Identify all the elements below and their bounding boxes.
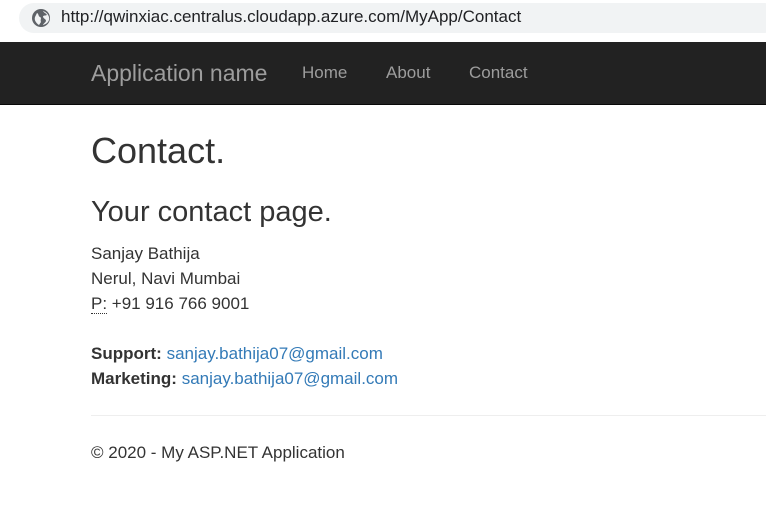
- support-email-link[interactable]: sanjay.bathija07@gmail.com: [167, 344, 383, 363]
- page-title: Contact.: [91, 130, 226, 171]
- phone-number: +91 916 766 9001: [111, 294, 250, 313]
- navbar: Application name Home About Contact: [0, 42, 766, 105]
- page-subtitle: Your contact page.: [91, 196, 332, 228]
- nav-link-contact[interactable]: Contact: [469, 63, 528, 83]
- footer: © 2020 - My ASP.NET Application: [91, 443, 345, 463]
- nav-link-home[interactable]: Home: [302, 63, 347, 83]
- contact-address: Sanjay Bathija Nerul, Navi Mumbai P: +91…: [91, 241, 249, 316]
- footer-text: © 2020 - My ASP.NET Application: [91, 443, 345, 462]
- marketing-email-link[interactable]: sanjay.bathija07@gmail.com: [182, 369, 398, 388]
- nav-link-about[interactable]: About: [386, 63, 430, 83]
- globe-icon[interactable]: [31, 8, 51, 28]
- browser-address-bar: http://qwinxiac.centralus.cloudapp.azure…: [0, 0, 766, 42]
- support-label: Support:: [91, 344, 162, 363]
- marketing-label: Marketing:: [91, 369, 177, 388]
- url-text[interactable]: http://qwinxiac.centralus.cloudapp.azure…: [61, 7, 521, 27]
- footer-divider: [91, 415, 766, 416]
- contact-name: Sanjay Bathija: [91, 244, 200, 263]
- contact-location: Nerul, Navi Mumbai: [91, 269, 241, 288]
- contact-emails: Support: sanjay.bathija07@gmail.com Mark…: [91, 341, 398, 391]
- phone-label: P:: [91, 294, 108, 314]
- brand-link[interactable]: Application name: [91, 60, 267, 87]
